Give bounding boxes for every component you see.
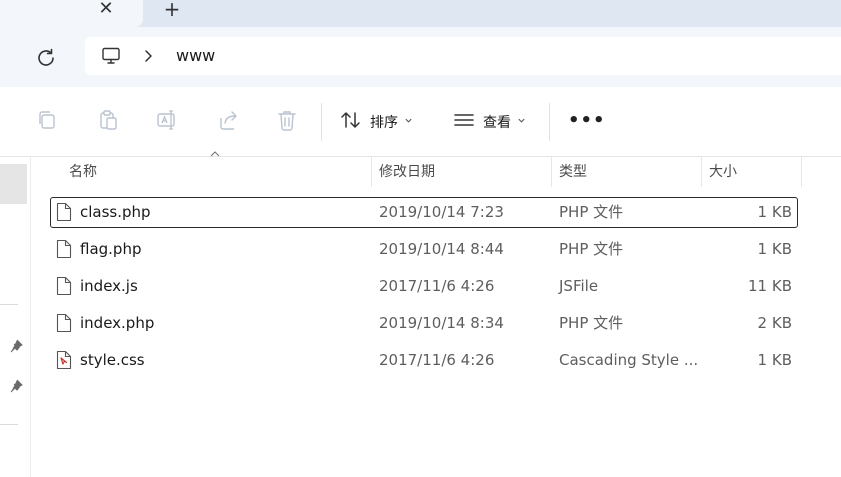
file-size: 2 KB xyxy=(757,314,792,332)
file-row[interactable]: class.php 2019/10/14 7:23 PHP 文件 1 KB xyxy=(50,197,798,228)
file-modified: 2019/10/14 7:23 xyxy=(379,203,504,221)
file-name: index.php xyxy=(80,314,155,332)
column-divider[interactable] xyxy=(371,157,372,187)
column-header-modified[interactable]: 修改日期 xyxy=(379,157,435,187)
file-modified: 2019/10/14 8:34 xyxy=(379,314,504,332)
navigation-pane xyxy=(0,157,31,477)
sort-label: 排序 xyxy=(370,115,398,131)
nav-selected-item[interactable] xyxy=(0,164,27,204)
chevron-down-icon xyxy=(404,116,413,128)
column-divider[interactable] xyxy=(801,157,802,187)
delete-icon[interactable] xyxy=(276,109,302,135)
toolbar-divider xyxy=(321,103,322,141)
file-name: style.css xyxy=(80,351,145,369)
nav-divider xyxy=(0,424,18,425)
sort-button[interactable]: 排序 xyxy=(340,110,413,134)
file-size: 1 KB xyxy=(757,351,792,369)
file-modified: 2019/10/14 8:44 xyxy=(379,240,504,258)
paste-icon[interactable] xyxy=(97,109,123,135)
breadcrumb-chevron-icon[interactable] xyxy=(143,47,155,65)
active-tab[interactable]: ✕ xyxy=(0,0,143,27)
file-size: 1 KB xyxy=(757,240,792,258)
file-name: flag.php xyxy=(80,240,142,258)
file-size: 11 KB xyxy=(748,277,792,295)
tab-strip: ✕ + xyxy=(0,0,841,27)
column-divider[interactable] xyxy=(551,157,552,187)
column-header-name[interactable]: 名称 xyxy=(69,157,97,187)
view-button[interactable]: 查看 xyxy=(453,110,526,134)
file-icon xyxy=(56,202,72,222)
file-modified: 2017/11/6 4:26 xyxy=(379,351,495,369)
column-header-size[interactable]: 大小 xyxy=(709,157,737,187)
refresh-icon[interactable] xyxy=(34,46,58,70)
column-divider[interactable] xyxy=(701,157,702,187)
file-name: index.js xyxy=(80,277,138,295)
toolbar-divider xyxy=(549,103,550,141)
file-row[interactable]: index.js 2017/11/6 4:26 JSFile 11 KB xyxy=(50,271,798,302)
copy-icon[interactable] xyxy=(36,109,62,135)
file-row[interactable]: index.php 2019/10/14 8:34 PHP 文件 2 KB xyxy=(50,308,798,339)
close-tab-icon[interactable]: ✕ xyxy=(96,0,116,21)
address-bar[interactable]: www xyxy=(85,37,841,75)
pin-icon[interactable] xyxy=(9,378,23,393)
chevron-down-icon xyxy=(517,116,526,128)
sort-icon xyxy=(340,109,362,135)
file-icon xyxy=(56,276,72,296)
share-icon[interactable] xyxy=(217,109,243,135)
file-icon xyxy=(56,313,72,333)
column-header-type[interactable]: 类型 xyxy=(559,157,587,187)
more-options-button[interactable]: ••• xyxy=(568,108,605,134)
pin-icon[interactable] xyxy=(9,338,23,353)
view-icon xyxy=(453,109,475,135)
file-type: JSFile xyxy=(559,277,599,295)
file-type: PHP 文件 xyxy=(559,203,624,221)
view-label: 查看 xyxy=(483,115,511,131)
file-row[interactable]: flag.php 2019/10/14 8:44 PHP 文件 1 KB xyxy=(50,234,798,265)
file-type: PHP 文件 xyxy=(559,314,624,332)
file-type: PHP 文件 xyxy=(559,240,624,258)
new-tab-button[interactable]: + xyxy=(160,0,184,21)
sort-ascending-icon xyxy=(209,150,221,161)
file-name: class.php xyxy=(80,203,151,221)
breadcrumb-folder[interactable]: www xyxy=(176,46,215,66)
css-file-icon xyxy=(56,350,72,370)
file-row[interactable]: style.css 2017/11/6 4:26 Cascading Style… xyxy=(50,345,798,376)
this-pc-icon[interactable] xyxy=(101,46,121,66)
address-row: www xyxy=(0,27,841,87)
command-bar: 排序 查看 ••• xyxy=(0,87,841,157)
file-type: Cascading Style ... xyxy=(559,351,699,369)
file-size: 1 KB xyxy=(757,203,792,221)
rename-icon[interactable] xyxy=(156,109,182,135)
nav-divider xyxy=(0,304,18,305)
file-modified: 2017/11/6 4:26 xyxy=(379,277,495,295)
file-icon xyxy=(56,239,72,259)
